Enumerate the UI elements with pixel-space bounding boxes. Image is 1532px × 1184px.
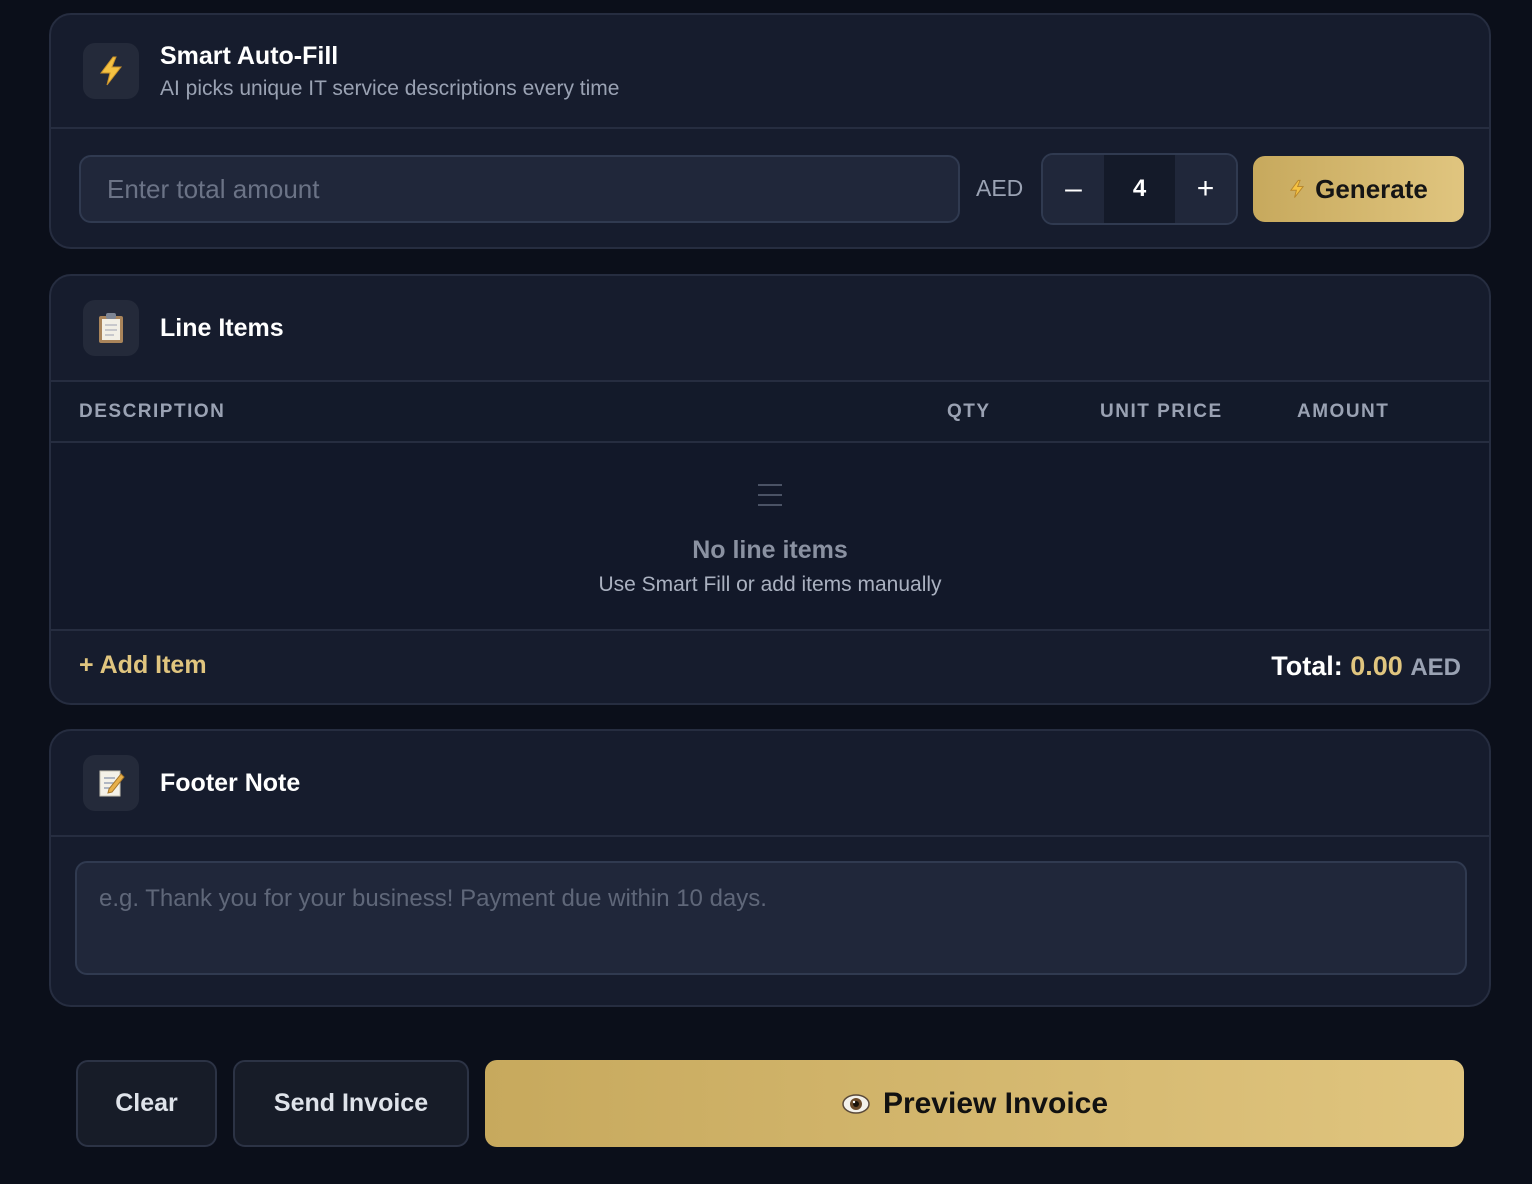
column-header-amount: AMOUNT bbox=[1297, 401, 1390, 422]
column-header-qty: QTY bbox=[947, 401, 991, 422]
line-items-table-header: DESCRIPTION QTY UNIT PRICE AMOUNT bbox=[51, 382, 1489, 443]
total-display: Total: 0.00 AED bbox=[1271, 651, 1461, 682]
total-currency: AED bbox=[1410, 654, 1461, 681]
clear-button[interactable]: Clear bbox=[76, 1060, 217, 1147]
footer-note-textarea[interactable] bbox=[75, 861, 1467, 975]
currency-label: AED bbox=[976, 175, 1024, 201]
generate-label: Generate bbox=[1315, 173, 1428, 204]
preview-invoice-label: Preview Invoice bbox=[882, 1086, 1109, 1120]
smart-autofill-title: Smart Auto-Fill bbox=[160, 41, 339, 70]
lightning-icon bbox=[1290, 179, 1305, 198]
total-label: Total: bbox=[1271, 651, 1343, 681]
generate-button[interactable]: Generate bbox=[1253, 156, 1464, 222]
send-invoice-button[interactable]: Send Invoice bbox=[233, 1060, 469, 1147]
total-value: 0.00 bbox=[1350, 651, 1403, 681]
line-items-title: Line Items bbox=[160, 313, 284, 342]
add-item-button[interactable]: + Add Item bbox=[79, 651, 207, 680]
line-items-footer: + Add Item Total: 0.00 AED bbox=[51, 631, 1489, 703]
total-amount-input[interactable] bbox=[79, 155, 960, 223]
autofill-controls: AED – 4 + Generate bbox=[51, 129, 1489, 247]
column-header-description: DESCRIPTION bbox=[79, 401, 226, 422]
smart-autofill-subtitle: AI picks unique IT service descriptions … bbox=[160, 76, 620, 100]
footer-note-card: Footer Note bbox=[49, 729, 1491, 1007]
memo-icon bbox=[83, 755, 139, 811]
decrement-button[interactable]: – bbox=[1043, 155, 1104, 223]
lightning-icon bbox=[83, 43, 139, 99]
empty-state: No line items Use Smart Fill or add item… bbox=[51, 443, 1489, 631]
line-items-card: Line Items DESCRIPTION QTY UNIT PRICE AM… bbox=[49, 274, 1491, 705]
footer-note-title: Footer Note bbox=[160, 768, 301, 797]
smart-autofill-card: Smart Auto-Fill AI picks unique IT servi… bbox=[49, 13, 1491, 249]
item-count-value[interactable]: 4 bbox=[1104, 155, 1175, 223]
eye-icon bbox=[842, 1093, 870, 1114]
empty-state-title: No line items bbox=[692, 536, 848, 564]
preview-invoice-button[interactable]: Preview Invoice bbox=[485, 1060, 1464, 1147]
list-icon bbox=[758, 484, 782, 506]
footer-note-header: Footer Note bbox=[51, 731, 1489, 837]
increment-button[interactable]: + bbox=[1175, 155, 1236, 223]
empty-state-subtitle: Use Smart Fill or add items manually bbox=[598, 573, 942, 596]
column-header-unit-price: UNIT PRICE bbox=[1100, 401, 1223, 422]
clipboard-icon bbox=[83, 300, 139, 356]
line-items-header: Line Items bbox=[51, 276, 1489, 382]
item-count-stepper: – 4 + bbox=[1041, 153, 1238, 225]
smart-autofill-header: Smart Auto-Fill AI picks unique IT servi… bbox=[51, 15, 1489, 129]
